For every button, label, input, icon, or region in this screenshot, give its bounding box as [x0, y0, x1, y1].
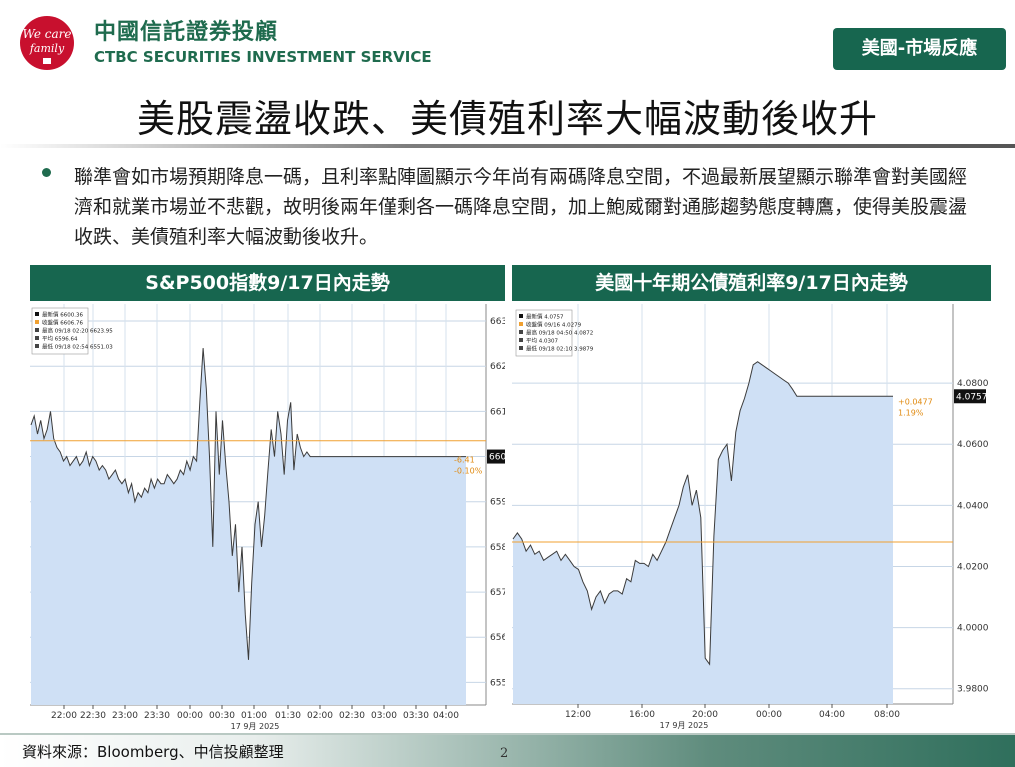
title-divider: [0, 144, 1015, 148]
sp500-legend-entry: 最低 09/18 02:54 6551.03: [42, 343, 113, 351]
ust10y-chart-title: 美國十年期公債殖利率9/17日內走勢: [512, 265, 991, 301]
sp500-y-tick-label: 6610: [490, 407, 505, 417]
ust10y-change-pct-label: 1.19%: [898, 408, 924, 417]
section-badge: 美國-市場反應: [833, 28, 1006, 70]
sp500-x-tick-label: 03:00: [371, 711, 397, 721]
ust10y-legend-entry: 最低 09/18 02:10 3.9879: [526, 345, 594, 353]
sp500-x-tick-label: 01:30: [275, 711, 301, 721]
sp500-y-tick-label: 6590: [490, 498, 505, 508]
ust10y-legend-swatch: [519, 314, 523, 318]
sp500-last-value-label: 6600.36: [489, 453, 505, 463]
ust10y-legend-entry: 平均 4.0307: [526, 337, 558, 345]
sp500-legend-swatch: [35, 328, 39, 332]
sp500-legend-swatch: [35, 344, 39, 348]
svg-text:family: family: [29, 42, 65, 55]
ust10y-legend-swatch: [519, 330, 523, 334]
footer-divider: [0, 733, 1015, 735]
source-note: 資料來源：Bloomberg、中信投顧整理: [22, 743, 284, 761]
sp500-legend-swatch: [35, 312, 39, 316]
ust10y-legend-entry: 最新價 4.0757: [526, 313, 564, 321]
sp500-x-tick-label: 22:00: [51, 711, 77, 721]
bullet-text: 聯準會如市場預期降息一碼，且利率點陣圖顯示今年尚有兩碼降息空間，不過最新展望顯示…: [74, 166, 968, 248]
ust10y-x-tick-label: 04:00: [819, 710, 845, 720]
ust10y-y-tick-label: 3.9800: [957, 685, 989, 695]
sp500-x-tick-label: 02:00: [307, 711, 333, 721]
sp500-legend-entry: 最高 09/18 02:20 6623.95: [42, 327, 113, 335]
sp500-y-tick-label: 6570: [490, 588, 505, 598]
ust10y-legend-swatch: [519, 338, 523, 342]
sp500-x-tick-label: 01:00: [241, 711, 267, 721]
sp500-legend-entry: 收盤價 6606.76: [42, 319, 83, 327]
ust10y-y-tick-label: 4.0400: [957, 501, 989, 511]
slide-title: 美股震盪收跌、美債殖利率大幅波動後收升: [136, 97, 878, 141]
brand-chinese-name: 中國信託證券投顧: [94, 20, 279, 45]
ust10y-y-tick-label: 4.0000: [957, 624, 989, 634]
sp500-y-tick-label: 6560: [490, 633, 505, 643]
sp500-date-label: 17 9月 2025: [231, 722, 280, 731]
ust10y-legend-entry: 收盤價 09/16 4.0279: [526, 321, 582, 329]
ust10y-chart-svg: 4.0800 4.0600 4.0400 4.0200 4.0000 3.9800 12:0…: [512, 304, 991, 731]
ust10y-chart: 4.0800 4.0600 4.0400 4.0200 4.0000 3.9800 12:0…: [512, 304, 991, 731]
sp500-chart-svg: 66306620661066006590658065706560655022:0…: [30, 304, 505, 731]
ust10y-x-tick-label: 12:00: [565, 710, 591, 720]
sp500-legend-swatch: [35, 320, 39, 324]
sp500-y-tick-label: 6550: [490, 678, 505, 688]
sp500-x-tick-label: 00:30: [209, 711, 235, 721]
sp500-legend-entry: 平均 6596.64: [42, 335, 78, 343]
ust10y-x-tick-label: 08:00: [874, 710, 900, 720]
sp500-x-tick-label: 23:00: [112, 711, 138, 721]
ust10y-legend-entry: 最高 09/18 04:50 4.0872: [526, 329, 593, 337]
sp500-legend-entry: 最新價 6600.36: [42, 311, 83, 319]
sp500-legend-swatch: [35, 336, 39, 340]
ust10y-last-value-label: 4.0757: [956, 392, 988, 402]
ust10y-legend-swatch: [519, 322, 523, 326]
bullet-marker-icon: [42, 168, 51, 177]
page-number: 2: [500, 746, 509, 761]
sp500-x-tick-label: 03:30: [403, 711, 429, 721]
sp500-chart: 66306620661066006590658065706560655022:0…: [30, 304, 505, 731]
sp500-y-tick-label: 6620: [490, 362, 505, 372]
ust10y-legend-swatch: [519, 346, 523, 350]
ust10y-change-label: +0.0477: [898, 397, 933, 406]
ust10y-y-tick-label: 4.0200: [957, 562, 989, 572]
ust10y-date-label: 17 9月 2025: [660, 721, 709, 730]
ctbc-logo: We care family: [20, 16, 74, 70]
ust10y-x-tick-label: 00:00: [756, 710, 782, 720]
sp500-y-tick-label: 6580: [490, 543, 505, 553]
sp500-change-label: -6.41: [454, 456, 475, 465]
sp500-x-tick-label: 23:30: [144, 711, 170, 721]
brand-english-name: CTBC SECURITIES INVESTMENT SERVICE: [94, 48, 432, 66]
ust10y-y-tick-label: 4.0600: [957, 440, 989, 450]
svg-text:We care: We care: [23, 27, 72, 41]
ust10y-x-tick-label: 16:00: [629, 710, 655, 720]
sp500-x-tick-label: 22:30: [80, 711, 106, 721]
ust10y-y-tick-label: 4.0800: [957, 379, 989, 389]
sp500-y-tick-label: 6630: [490, 317, 505, 327]
sp500-x-tick-label: 02:30: [339, 711, 365, 721]
ust10y-x-tick-label: 20:00: [692, 710, 718, 720]
sp500-change-pct-label: -0.10%: [454, 467, 483, 476]
sp500-x-tick-label: 04:00: [433, 711, 459, 721]
sp500-chart-title: S&P500指數9/17日內走勢: [30, 265, 505, 301]
sp500-x-tick-label: 00:00: [177, 711, 203, 721]
